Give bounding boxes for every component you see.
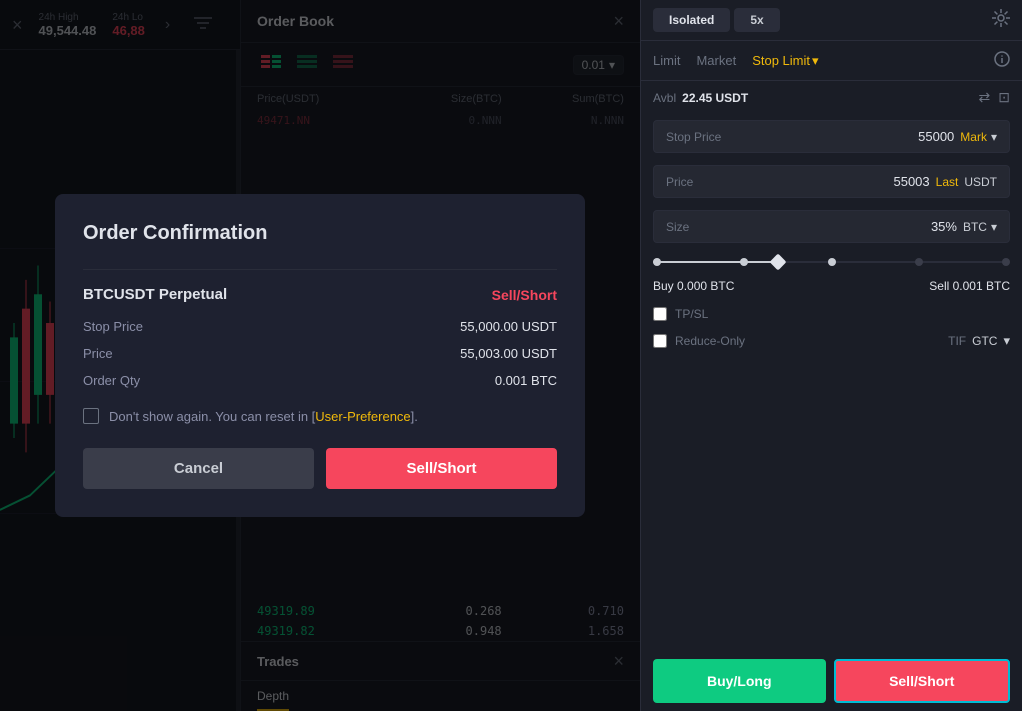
modal-divider [83, 269, 557, 270]
stop-price-label: Stop Price [666, 130, 736, 144]
stop-price-badge[interactable]: Mark [960, 130, 987, 144]
reduce-only-row: Reduce-Only TIF GTC ▾ [641, 327, 1022, 355]
size-slider-track[interactable] [653, 261, 1010, 263]
price-badge[interactable]: Last [936, 175, 959, 189]
tab-market[interactable]: Market [696, 49, 736, 72]
tp-sl-checkbox[interactable] [653, 307, 667, 321]
reduce-only-checkbox[interactable] [653, 334, 667, 348]
buy-long-button[interactable]: Buy/Long [653, 659, 826, 703]
available-balance-row: Avbl 22.45 USDT ⇄ ⊡ [641, 81, 1022, 114]
tif-label: TIF [948, 334, 966, 348]
avbl-actions: ⇄ ⊡ [979, 89, 1010, 106]
order-type-info-button[interactable] [994, 51, 1010, 70]
tif-selector[interactable]: TIF GTC ▾ [948, 333, 1010, 349]
modal-stop-price-row: Stop Price 55,000.00 USDT [83, 319, 557, 334]
tab-stop-limit[interactable]: Stop Limit ▾ [752, 53, 818, 69]
tab-limit[interactable]: Limit [653, 49, 680, 72]
modal-pair-row: BTCUSDT Perpetual Sell/Short [83, 286, 557, 303]
stop-price-input-group[interactable]: Stop Price 55000 Mark ▾ [653, 120, 1010, 153]
slider-tick-0[interactable] [653, 258, 661, 266]
modal-price-value: 55,003.00 USDT [460, 346, 557, 361]
size-input-group[interactable]: Size 35% BTC ▾ [653, 210, 1010, 243]
sell-summary: Sell 0.001 BTC [929, 279, 1010, 293]
tif-value[interactable]: GTC [972, 334, 997, 348]
buy-sell-summary: Buy 0.000 BTC Sell 0.001 BTC [641, 275, 1022, 301]
modal-sell-button[interactable]: Sell/Short [326, 448, 557, 489]
modal-price-row: Price 55,003.00 USDT [83, 346, 557, 361]
tif-dropdown-arrow[interactable]: ▾ [1003, 333, 1010, 349]
tp-sl-label: TP/SL [675, 307, 708, 321]
dont-show-again-label: Don't show again. You can reset in [User… [109, 409, 418, 424]
sell-summary-label: Sell [929, 279, 949, 293]
modal-qty-row: Order Qty 0.001 BTC [83, 373, 557, 388]
stop-price-value: 55000 [918, 129, 954, 144]
action-buttons: Buy/Long Sell/Short [641, 651, 1022, 711]
size-value: 35% [931, 219, 957, 234]
size-currency: BTC [963, 220, 987, 234]
modal-checkbox-row: Don't show again. You can reset in [User… [83, 408, 557, 424]
calculator-button[interactable]: ⊡ [998, 89, 1010, 106]
sell-short-button[interactable]: Sell/Short [834, 659, 1011, 703]
modal-qty-label: Order Qty [83, 373, 140, 388]
price-input-group[interactable]: Price 55003 Last USDT [653, 165, 1010, 198]
slider-tick-25[interactable] [740, 258, 748, 266]
size-dropdown[interactable]: ▾ [991, 220, 997, 234]
modal-qty-value: 0.001 BTC [495, 373, 557, 388]
modal-stop-price-value: 55,000.00 USDT [460, 319, 557, 334]
dont-show-again-checkbox[interactable] [83, 408, 99, 424]
mode-toggle-row: Isolated 5x [641, 0, 1022, 41]
tp-sl-row: TP/SL [641, 301, 1022, 327]
modal-cancel-button[interactable]: Cancel [83, 448, 314, 489]
price-value: 55003 [893, 174, 929, 189]
leverage-button[interactable]: 5x [734, 8, 779, 32]
settings-icon [992, 9, 1010, 27]
avbl-label: Avbl [653, 91, 676, 105]
modal-price-label: Price [83, 346, 113, 361]
slider-tick-100[interactable] [1002, 258, 1010, 266]
avbl-value: 22.45 USDT [682, 91, 748, 105]
price-label: Price [666, 175, 736, 189]
price-currency: USDT [964, 175, 997, 189]
slider-tick-75[interactable] [915, 258, 923, 266]
slider-ticks [653, 258, 1010, 266]
info-icon [994, 51, 1010, 67]
sell-summary-value: 0.001 BTC [953, 279, 1010, 293]
order-type-tabs: Limit Market Stop Limit ▾ [641, 41, 1022, 81]
modal-buttons: Cancel Sell/Short [83, 448, 557, 489]
slider-tick-50[interactable] [828, 258, 836, 266]
right-panel: Isolated 5x Limit Market [640, 0, 1022, 711]
main-layout: × 24h High 49,544.48 24h Lo 46,88 › [0, 0, 1022, 711]
reduce-only-label: Reduce-Only [675, 334, 745, 348]
order-confirmation-modal: Order Confirmation BTCUSDT Perpetual Sel… [55, 194, 585, 517]
buy-summary-value: 0.000 BTC [677, 279, 734, 293]
slider-thumb[interactable] [769, 254, 786, 271]
modal-stop-price-label: Stop Price [83, 319, 143, 334]
mode-settings-button[interactable] [992, 9, 1010, 32]
isolated-mode-button[interactable]: Isolated [653, 8, 730, 32]
buy-summary: Buy 0.000 BTC [653, 279, 734, 293]
buy-summary-label: Buy [653, 279, 674, 293]
size-label: Size [666, 220, 736, 234]
transfer-button[interactable]: ⇄ [979, 89, 991, 106]
left-panel: × 24h High 49,544.48 24h Lo 46,88 › [0, 0, 640, 711]
size-slider-container [641, 249, 1022, 275]
modal-overlay: Order Confirmation BTCUSDT Perpetual Sel… [0, 0, 640, 711]
stop-price-dropdown[interactable]: ▾ [991, 130, 997, 144]
modal-side-label: Sell/Short [492, 287, 557, 303]
modal-pair-label: BTCUSDT Perpetual [83, 286, 227, 303]
modal-title: Order Confirmation [83, 222, 557, 245]
